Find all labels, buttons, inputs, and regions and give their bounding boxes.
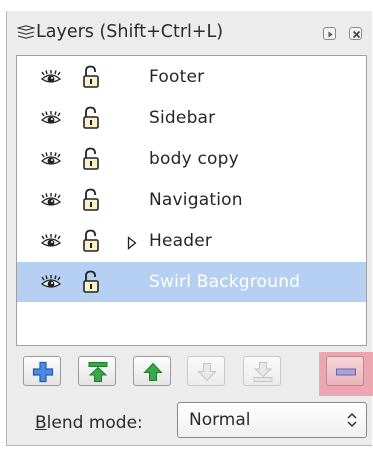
panel-titlebar: Layers (Shift+Ctrl+L) xyxy=(7,11,373,55)
unlocked-padlock-icon[interactable] xyxy=(82,188,100,216)
eye-visibility-icon[interactable] xyxy=(40,151,62,171)
layer-row[interactable]: Sidebar xyxy=(17,98,366,138)
blend-mode-select[interactable]: Normal xyxy=(177,402,367,438)
unlocked-padlock-icon[interactable] xyxy=(82,229,100,257)
layer-row[interactable]: body copy xyxy=(17,139,366,179)
unlocked-padlock-icon[interactable] xyxy=(82,65,100,93)
layer-row[interactable]: Navigation xyxy=(17,180,366,220)
layer-list[interactable]: Footer Sidebar body copy Navigation Header Sw… xyxy=(16,55,367,346)
raise-to-top-button[interactable] xyxy=(78,356,116,386)
layer-name: body copy xyxy=(149,149,239,169)
unlocked-padlock-icon[interactable] xyxy=(82,147,100,175)
close-x-icon[interactable] xyxy=(349,27,362,40)
arrow-up-icon xyxy=(143,362,163,381)
layer-row[interactable]: Header xyxy=(17,221,366,261)
panel-title: Layers (Shift+Ctrl+L) xyxy=(36,22,224,42)
layer-row[interactable]: Swirl Background xyxy=(17,262,366,302)
eye-visibility-icon[interactable] xyxy=(40,233,62,253)
spin-arrows-icon xyxy=(347,412,357,428)
lower-to-bottom-icon xyxy=(253,362,273,382)
layers-panel: Layers (Shift+Ctrl+L) Footer Sidebar body … xyxy=(6,11,373,446)
blend-mode-mnemonic: B xyxy=(35,413,47,433)
expand-triangle-icon[interactable] xyxy=(127,235,137,254)
blend-mode-row: Blend mode: Normal xyxy=(7,395,373,445)
layer-name: Header xyxy=(149,231,213,251)
layer-name: Footer xyxy=(149,67,205,87)
plus-icon xyxy=(32,361,54,383)
lower-to-bottom-button[interactable] xyxy=(243,356,281,386)
blend-mode-label: Blend mode: xyxy=(35,413,143,433)
eye-visibility-icon[interactable] xyxy=(40,192,62,212)
unlocked-padlock-icon[interactable] xyxy=(82,106,100,134)
blend-mode-label-text: lend mode: xyxy=(46,413,143,433)
layer-name: Sidebar xyxy=(149,108,216,128)
arrow-down-icon xyxy=(197,363,217,382)
minus-icon xyxy=(336,368,356,376)
layer-row[interactable]: Footer xyxy=(17,57,366,97)
dock-arrow-icon[interactable] xyxy=(323,27,336,40)
eye-visibility-icon[interactable] xyxy=(40,274,62,294)
unlocked-padlock-icon[interactable] xyxy=(82,270,100,298)
add-layer-button[interactable] xyxy=(23,356,61,386)
layer-name: Navigation xyxy=(149,190,243,210)
eye-visibility-icon[interactable] xyxy=(40,69,62,89)
lower-layer-button[interactable] xyxy=(187,356,225,386)
layer-name: Swirl Background xyxy=(149,272,301,292)
raise-layer-button[interactable] xyxy=(133,356,171,386)
layers-icon xyxy=(15,25,37,41)
raise-to-top-icon xyxy=(88,362,108,382)
blend-mode-value: Normal xyxy=(189,410,251,430)
remove-layer-button[interactable] xyxy=(326,356,364,386)
layer-toolbar xyxy=(23,348,369,388)
eye-visibility-icon[interactable] xyxy=(40,110,62,130)
